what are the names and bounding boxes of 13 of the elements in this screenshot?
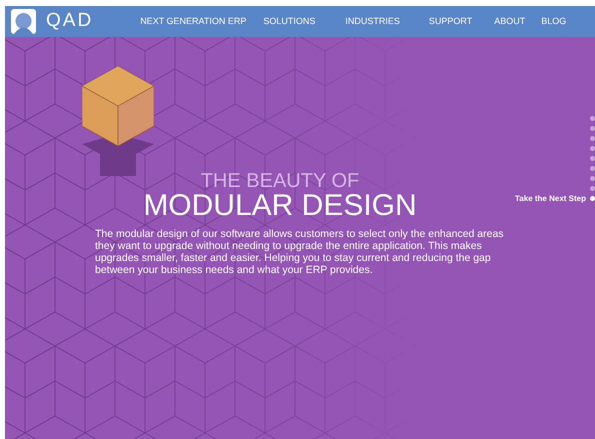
logo-text: QAD: [46, 9, 94, 34]
nav-link[interactable]: NEXT GENERATION ERP: [140, 14, 246, 28]
logo[interactable]: QAD: [11, 7, 94, 36]
nav-link[interactable]: SOLUTIONS: [263, 14, 316, 28]
hero-kicker: THE BEAUTY OF: [200, 171, 360, 191]
step-label: Take the Next Step: [515, 194, 586, 204]
nav-link[interactable]: ABOUT: [494, 14, 526, 28]
hero-title: MODULAR DESIGN: [143, 191, 417, 221]
nav-link[interactable]: BLOG: [541, 14, 566, 28]
nav-link[interactable]: SUPPORT: [428, 14, 472, 28]
hero-paragraph: The modular design of our software allows customers to select only the enhanced areas they want to upgrade without needing to upgrade the entire application. This makes upgrades smaller, faster and easier. Helping you to stay current and reducing the gap between your business needs and what your ERP provides.: [95, 228, 505, 276]
logo-icon: [11, 9, 36, 34]
nav-link[interactable]: INDUSTRIES: [345, 14, 400, 28]
